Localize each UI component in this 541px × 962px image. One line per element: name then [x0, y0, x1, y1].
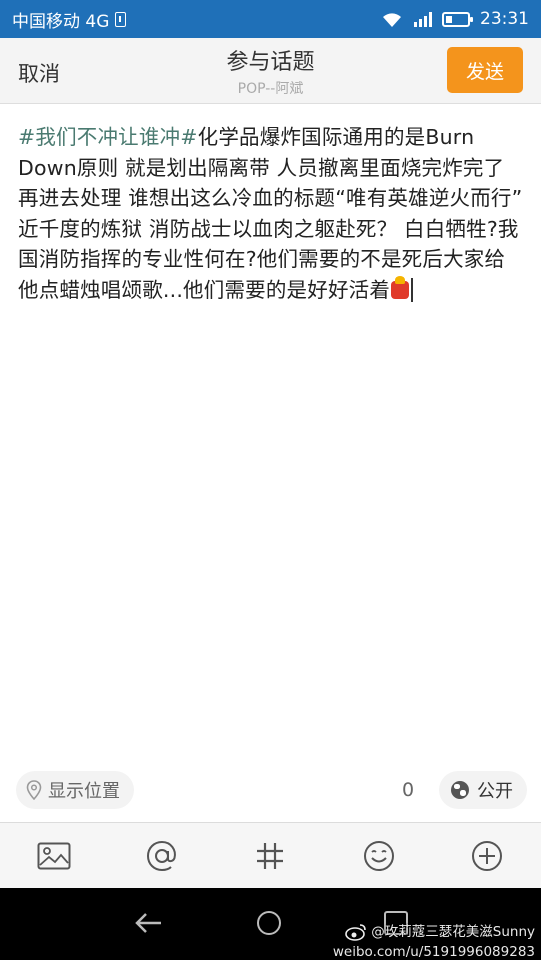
cell-signal-icon [414, 11, 432, 27]
sim-card-icon [115, 11, 127, 27]
fire-emoji-icon [391, 275, 410, 299]
image-button[interactable] [27, 829, 81, 883]
watermark-user: @玫莉蔻三瑟花美滋Sunny [333, 922, 535, 942]
visibility-button[interactable]: 公开 [439, 771, 527, 809]
battery-icon [442, 11, 473, 27]
status-bar: 中国移动 4G 23:31 [0, 0, 541, 38]
location-pin-icon [26, 780, 42, 800]
weibo-watermark: @玫莉蔻三瑟花美滋Sunny weibo.com/u/5191996089283 [333, 922, 535, 962]
clock: 23:31 [480, 9, 529, 29]
back-icon[interactable] [134, 908, 164, 938]
status-left: 中国移动 4G [12, 7, 127, 32]
char-count: 0 [402, 779, 415, 801]
add-button[interactable] [460, 829, 514, 883]
show-location-button[interactable]: 显示位置 [16, 771, 134, 809]
hashtag-icon [257, 842, 284, 869]
home-icon[interactable] [257, 911, 281, 935]
watermark-url: weibo.com/u/5191996089283 [332, 944, 535, 960]
emoji-button[interactable] [352, 829, 406, 883]
post-body: 化学品爆炸国际通用的是Burn Down原则 就是划出隔离带 人员撤离里面烧完炸… [18, 125, 523, 302]
topic-hashtag[interactable]: #我们不冲让谁冲# [18, 125, 198, 149]
wifi-icon [383, 13, 401, 27]
visibility-label: 公开 [477, 781, 513, 802]
hashtag-button[interactable] [243, 829, 297, 883]
globe-icon [451, 781, 469, 799]
carrier-label: 中国移动 4G [12, 11, 110, 32]
image-icon [37, 842, 71, 869]
mention-button[interactable] [135, 829, 189, 883]
status-right: 23:31 [380, 9, 529, 29]
add-icon [471, 840, 502, 871]
mention-icon [147, 840, 177, 871]
text-cursor [411, 277, 413, 302]
weibo-logo-icon [345, 924, 367, 941]
emoji-icon [363, 840, 394, 871]
watermark-line1: @玫莉蔻三瑟花美滋Sunny [371, 924, 535, 940]
compose-toolbar [0, 822, 541, 888]
post-text-area[interactable]: #我们不冲让谁冲#化学品爆炸国际通用的是Burn Down原则 就是划出隔离带 … [18, 122, 523, 305]
send-button[interactable]: 发送 [447, 47, 523, 93]
compose-header: 取消 参与话题 POP--阿斌 发送 [0, 38, 541, 104]
location-label: 显示位置 [48, 781, 120, 802]
